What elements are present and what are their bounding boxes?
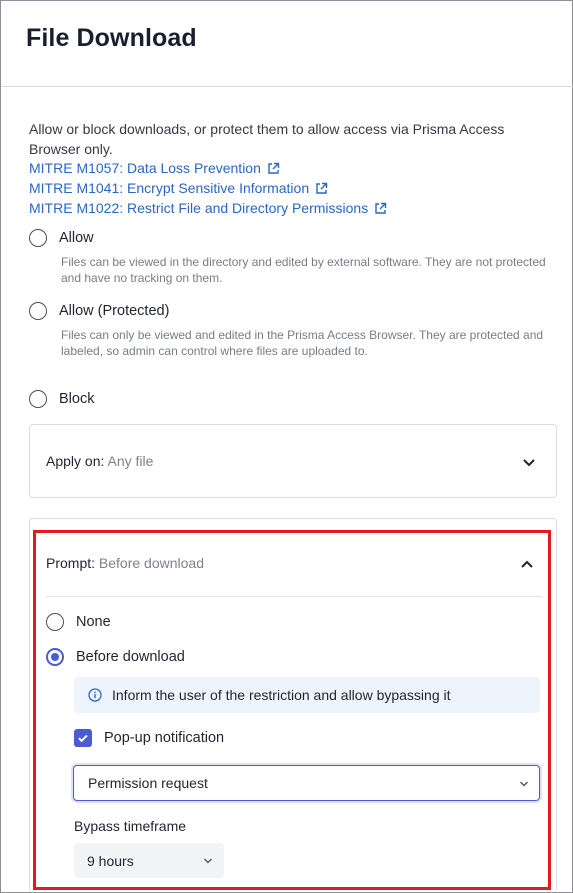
radio-prompt-none[interactable]: None <box>46 613 111 631</box>
link-mitre-m1041[interactable]: MITRE M1041: Encrypt Sensitive Informati… <box>29 178 328 198</box>
chevron-up-icon[interactable] <box>519 556 535 572</box>
allow-protected-description: Files can only be viewed and edited in t… <box>61 328 544 358</box>
prompt-summary: Prompt: Before download <box>46 555 204 571</box>
info-icon <box>88 688 102 702</box>
link-label: MITRE M1022: Restrict File and Directory… <box>29 200 369 216</box>
chevron-down-icon[interactable] <box>521 454 537 470</box>
apply-on-value: Any file <box>107 453 154 469</box>
apply-on-summary: Apply on: Any file <box>46 453 153 469</box>
link-label: MITRE M1057: Data Loss Prevention <box>29 160 261 176</box>
description: Allow or block downloads, or protect the… <box>29 121 505 157</box>
apply-on-section[interactable]: Apply on: Any file <box>29 424 557 498</box>
notification-type-select[interactable]: Permission request <box>73 765 540 801</box>
info-text: Inform the user of the restriction and a… <box>112 687 451 703</box>
radio-prompt-before-download[interactable]: Before download <box>46 648 185 666</box>
allow-description: Files can be viewed in the directory and… <box>61 255 546 285</box>
radio-button[interactable] <box>29 390 47 408</box>
prompt-label: Prompt: <box>46 555 96 571</box>
radio-label: None <box>76 614 111 630</box>
chevron-down-icon <box>519 781 529 787</box>
radio-button[interactable] <box>46 613 64 631</box>
radio-button-selected[interactable] <box>46 648 64 666</box>
apply-on-label: Apply on: <box>46 453 105 469</box>
radio-label: Block <box>59 391 95 407</box>
link-label: MITRE M1041: Encrypt Sensitive Informati… <box>29 180 310 196</box>
file-download-panel: File Download Allow or block downloads, … <box>0 0 573 893</box>
radio-button[interactable] <box>29 229 47 247</box>
bypass-timeframe-label: Bypass timeframe <box>74 818 187 834</box>
prompt-value: Before download <box>98 555 204 571</box>
radio-block[interactable]: Block <box>29 390 94 408</box>
panel-header: File Download <box>2 2 573 87</box>
popup-notification-checkbox[interactable]: Pop-up notification <box>74 729 224 747</box>
info-banner: Inform the user of the restriction and a… <box>74 677 540 713</box>
radio-button[interactable] <box>29 302 47 320</box>
checkmark-icon <box>78 734 88 743</box>
link-mitre-m1022[interactable]: MITRE M1022: Restrict File and Directory… <box>29 198 387 218</box>
select-value: 9 hours <box>87 852 134 869</box>
link-mitre-m1057[interactable]: MITRE M1057: Data Loss Prevention <box>29 158 280 178</box>
divider <box>46 596 542 597</box>
external-link-icon <box>316 182 328 194</box>
radio-allow-protected[interactable]: Allow (Protected) <box>29 302 169 320</box>
radio-label: Allow <box>59 230 94 246</box>
page-title: File Download <box>26 24 197 52</box>
select-value: Permission request <box>88 775 208 791</box>
radio-allow[interactable]: Allow <box>29 229 94 247</box>
radio-label: Allow (Protected) <box>59 303 170 319</box>
external-link-icon <box>375 202 387 214</box>
checkbox-label: Pop-up notification <box>104 730 225 746</box>
radio-label: Before download <box>76 649 185 665</box>
bypass-timeframe-select[interactable]: 9 hours <box>74 843 224 878</box>
checkbox-checked[interactable] <box>74 729 92 747</box>
external-link-icon <box>268 162 280 174</box>
chevron-down-icon <box>203 858 213 864</box>
